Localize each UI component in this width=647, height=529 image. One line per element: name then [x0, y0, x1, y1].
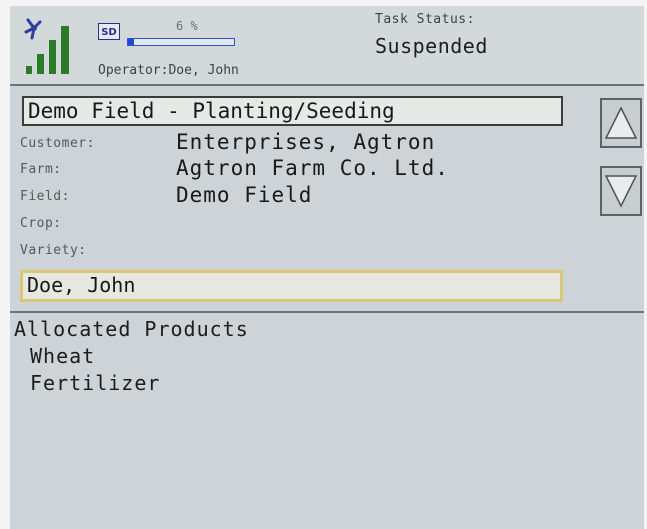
farm-label: Farm:: [20, 162, 62, 177]
sd-usage-fill: [128, 39, 135, 45]
status-bar: SD 6 % Operator:Doe, John Task Status: S…: [10, 6, 644, 86]
arrow-down-icon: [604, 175, 638, 208]
customer-label: Customer:: [20, 136, 95, 151]
sd-card-icon: SD: [98, 23, 120, 40]
operator-field[interactable]: Doe, John: [20, 270, 563, 302]
crop-label: Crop:: [20, 216, 62, 231]
allocated-products-title: Allocated Products: [14, 317, 249, 341]
field-label: Field:: [20, 189, 70, 204]
farm-value[interactable]: Agtron Farm Co. Ltd.: [176, 156, 449, 180]
variety-label: Variety:: [20, 243, 87, 258]
operator-label: Operator:Doe, John: [98, 63, 239, 78]
task-status-title: Task Status:: [375, 12, 475, 27]
terminal-screen: SD 6 % Operator:Doe, John Task Status: S…: [10, 6, 644, 529]
signal-strength-icon: [24, 18, 69, 74]
allocated-products-panel: Allocated Products Wheat Fertilizer: [10, 311, 644, 529]
scroll-up-button[interactable]: [600, 98, 642, 148]
product-item[interactable]: Wheat: [30, 344, 95, 368]
customer-value[interactable]: Enterprises, Agtron: [176, 130, 435, 154]
sd-usage-percent: 6 %: [176, 19, 198, 33]
task-status-value: Suspended: [375, 34, 488, 58]
field-value[interactable]: Demo Field: [176, 183, 312, 207]
scroll-down-button[interactable]: [600, 166, 642, 216]
product-item[interactable]: Fertilizer: [30, 371, 160, 395]
arrow-up-icon: [604, 106, 638, 139]
task-name-field[interactable]: Demo Field - Planting/Seeding: [22, 96, 563, 126]
sd-usage-bar: [127, 38, 235, 46]
